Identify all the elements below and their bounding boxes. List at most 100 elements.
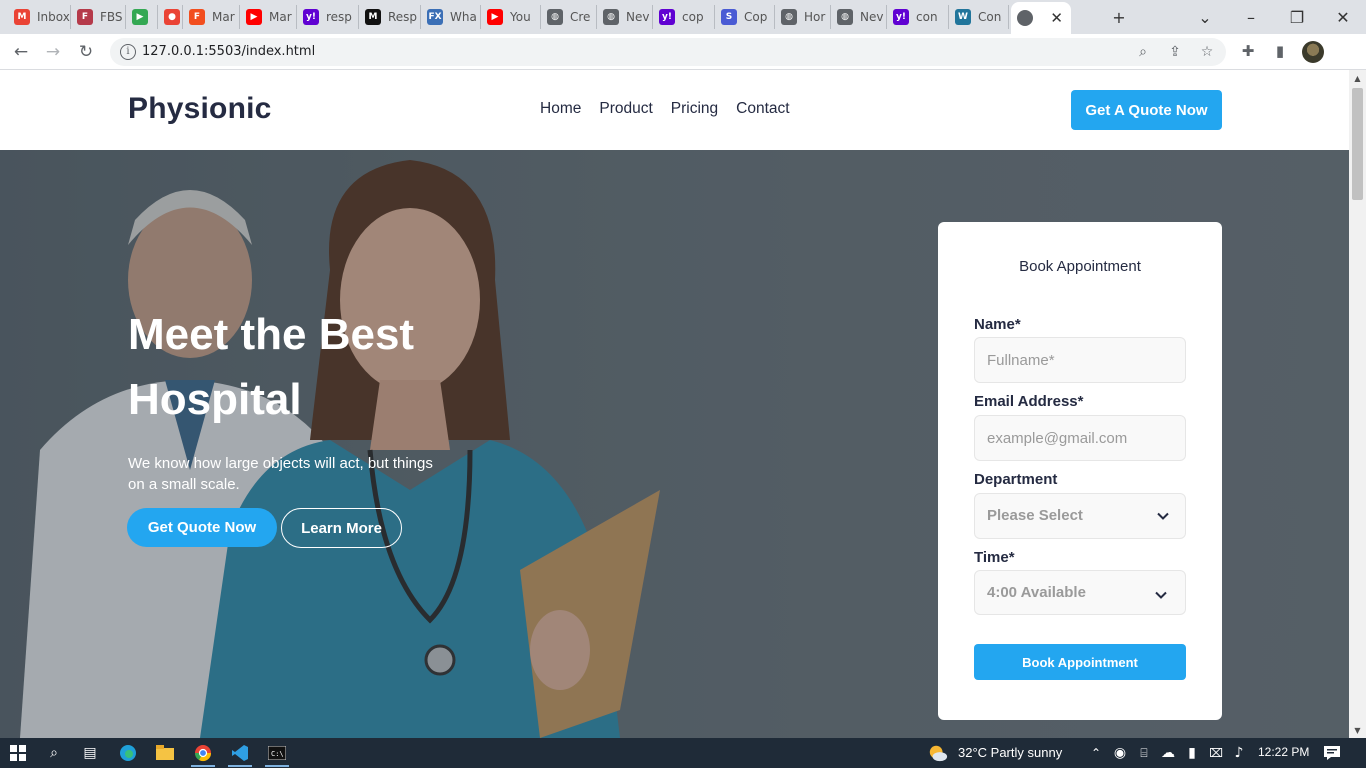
name-label: Name* — [974, 316, 1021, 333]
url-bar[interactable]: i 127.0.0.1:5503/index.html ⌕ ⇪ ☆ — [110, 38, 1226, 66]
globe-icon: ◍ — [781, 9, 797, 25]
browser-tab[interactable]: ◍ Cre — [541, 5, 597, 29]
browser-tab-label: Mar — [269, 10, 292, 24]
extensions-icon[interactable]: ✚ — [1238, 42, 1258, 62]
windows-start-icon[interactable] — [8, 743, 28, 763]
weather-partly-sunny-icon[interactable] — [928, 743, 948, 763]
chevron-up-icon[interactable]: ⌃ — [1086, 743, 1106, 763]
globe-icon: ◍ — [837, 9, 853, 25]
weather-text[interactable]: 32°C Partly sunny — [958, 745, 1062, 760]
department-select[interactable]: Please Select — [974, 493, 1186, 539]
browser-tab[interactable]: ▶ Mar — [240, 5, 297, 29]
volume-icon[interactable]: ♪ — [1229, 743, 1249, 763]
microphone-icon[interactable]: ▮ — [1182, 743, 1202, 763]
clock-time[interactable]: 12:22 PM — [1258, 745, 1309, 759]
browser-tab[interactable]: W Con — [949, 5, 1009, 29]
share-icon[interactable]: ⇪ — [1166, 44, 1184, 60]
minimize-icon[interactable]: – — [1236, 0, 1266, 34]
notifications-icon[interactable] — [1322, 743, 1342, 763]
nav-link-contact[interactable]: Contact — [736, 100, 789, 118]
file-explorer-icon[interactable] — [155, 743, 175, 763]
chrome-icon[interactable] — [193, 743, 213, 763]
vscode-icon[interactable] — [230, 743, 250, 763]
scroll-down-icon[interactable]: ▼ — [1353, 726, 1362, 735]
site-logo[interactable]: Physionic — [128, 92, 272, 126]
browser-tab-label: Hor — [804, 10, 826, 24]
site-info-icon[interactable]: i — [120, 44, 136, 60]
figma-icon: F — [189, 9, 205, 25]
search-icon[interactable]: ⌕ — [44, 743, 64, 763]
yahoo-icon: y! — [893, 9, 909, 25]
get-quote-header-button[interactable]: Get A Quote Now — [1071, 90, 1222, 130]
department-select-value: Please Select — [987, 507, 1083, 524]
browser-tab-label: Con — [978, 10, 1002, 24]
browser-tab[interactable]: M Inbox — [8, 5, 71, 29]
name-field-wrapper — [974, 337, 1186, 383]
side-panel-icon[interactable]: ▮ — [1270, 42, 1290, 62]
bookmark-star-icon[interactable]: ☆ — [1198, 44, 1216, 60]
nav-link-product[interactable]: Product — [599, 100, 652, 118]
terminal-active-indicator — [265, 765, 289, 767]
browser-tab-label: Inbox — [37, 10, 70, 24]
record-icon: ● — [164, 9, 180, 25]
browser-tab-label: con — [916, 10, 938, 24]
page-scrollbar[interactable]: ▲ ▼ — [1349, 70, 1366, 738]
learn-more-button[interactable]: Learn More — [281, 508, 402, 548]
task-view-icon[interactable]: ▤ — [80, 743, 100, 763]
get-quote-now-button[interactable]: Get Quote Now — [127, 508, 277, 547]
site-header: Physionic Home Product Pricing Contact G… — [0, 70, 1349, 150]
browser-tab[interactable]: ▶ You — [481, 5, 541, 29]
browser-tab-label: Mar — [212, 10, 235, 24]
edge-icon[interactable] — [118, 743, 138, 763]
browser-tab[interactable]: M Resp — [359, 5, 421, 29]
vscode-active-indicator — [228, 765, 252, 767]
email-input[interactable] — [975, 416, 1185, 460]
reload-icon[interactable]: ↻ — [75, 41, 97, 63]
browser-tab[interactable]: y! resp — [297, 5, 359, 29]
name-input[interactable] — [975, 338, 1185, 382]
nav-link-home[interactable]: Home — [540, 100, 581, 118]
new-tab-button[interactable]: + — [1106, 0, 1132, 34]
time-select[interactable]: 4:00 Available — [974, 570, 1186, 615]
chevron-down-icon — [1155, 591, 1167, 599]
record-indicator-icon[interactable]: ◉ — [1110, 743, 1130, 763]
browser-tab[interactable]: F Mar — [183, 5, 240, 29]
close-window-icon[interactable]: ✕ — [1328, 0, 1358, 34]
browser-tab-label: cop — [682, 10, 704, 24]
onedrive-cloud-icon[interactable]: ☁ — [1158, 743, 1178, 763]
browser-tab-label: Resp — [388, 10, 418, 24]
browser-tab[interactable]: ◍ Nev — [831, 5, 887, 29]
browser-tab[interactable]: S Cop — [715, 5, 775, 29]
browser-tab[interactable]: y! con — [887, 5, 949, 29]
tab-search-icon[interactable]: ⌄ — [1192, 0, 1218, 34]
s-icon: S — [721, 9, 737, 25]
meet-now-icon[interactable]: ⌸ — [1134, 743, 1154, 763]
browser-tab[interactable]: y! cop — [653, 5, 715, 29]
profile-avatar[interactable] — [1302, 41, 1324, 63]
scroll-up-icon[interactable]: ▲ — [1353, 74, 1362, 83]
chevron-down-icon — [1157, 512, 1169, 520]
yahoo-icon: y! — [303, 9, 319, 25]
back-icon[interactable]: ← — [10, 41, 32, 63]
browser-tab-strip: M Inbox F FBS ▶ ● F Mar ▶ Mar y! resp M Resp FX Wha ▶ You… — [0, 0, 1366, 34]
browser-tab[interactable]: ◍ Nev — [597, 5, 653, 29]
fx-icon: FX — [427, 9, 443, 25]
browser-tab-active[interactable]: ✕ — [1011, 2, 1071, 34]
restore-icon[interactable]: ❐ — [1282, 0, 1312, 34]
department-label: Department — [974, 471, 1058, 488]
terminal-icon[interactable]: C:\ — [267, 743, 287, 763]
forward-icon[interactable]: → — [42, 41, 64, 63]
browser-tab[interactable]: ◍ Hor — [775, 5, 831, 29]
nav-link-pricing[interactable]: Pricing — [671, 100, 718, 118]
browser-tab[interactable]: ▶ — [126, 5, 158, 29]
zoom-icon[interactable]: ⌕ — [1134, 44, 1152, 60]
hero-title: Meet the Best Hospital — [128, 310, 415, 424]
browser-tab[interactable]: F FBS — [71, 5, 126, 29]
scrollbar-thumb[interactable] — [1352, 88, 1363, 200]
browser-tab[interactable]: FX Wha — [421, 5, 481, 29]
close-tab-icon[interactable]: ✕ — [1050, 9, 1063, 27]
main-nav: Home Product Pricing Contact — [540, 100, 790, 118]
book-appointment-button[interactable]: Book Appointment — [974, 644, 1186, 680]
browser-tab[interactable]: ● — [158, 5, 183, 29]
network-icon[interactable]: ⌧ — [1206, 743, 1226, 763]
